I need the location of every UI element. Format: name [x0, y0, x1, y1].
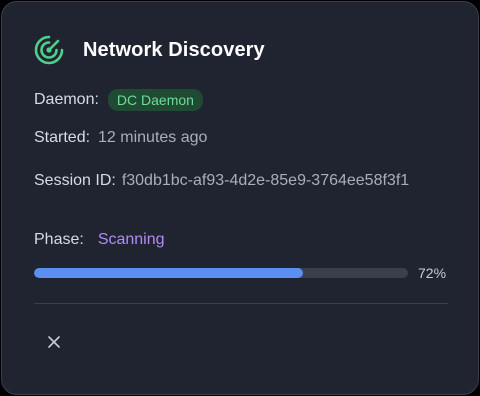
started-value: 12 minutes ago [98, 129, 208, 146]
session-label: Session ID: [34, 172, 116, 189]
started-label: Started: [34, 129, 91, 146]
daemon-label: Daemon: [34, 91, 99, 108]
card-header: Network Discovery [33, 34, 265, 66]
started-row: Started: 12 minutes ago [34, 129, 207, 147]
phase-value: Scanning [97, 231, 165, 248]
progress-fill [34, 268, 304, 278]
close-icon [47, 335, 61, 354]
daemon-badge: DC Daemon [107, 89, 203, 111]
daemon-row: Daemon: DC Daemon [34, 89, 203, 111]
progress-percent: 72% [418, 265, 447, 281]
divider [34, 303, 448, 304]
network-discovery-card: Network Discovery Daemon: DC Daemon Star… [1, 1, 479, 395]
card-title: Network Discovery [83, 38, 265, 61]
progress-bar [34, 268, 408, 278]
phase-row: Phase: Scanning [34, 231, 165, 249]
close-button[interactable] [40, 330, 68, 358]
session-value: f30db1bc-af93-4d2e-85e9-3764ee58f3f1 [121, 172, 410, 189]
radar-icon [33, 34, 65, 66]
phase-label: Phase: [34, 231, 84, 248]
session-row: Session ID: f30db1bc-af93-4d2e-85e9-3764e… [34, 169, 414, 193]
